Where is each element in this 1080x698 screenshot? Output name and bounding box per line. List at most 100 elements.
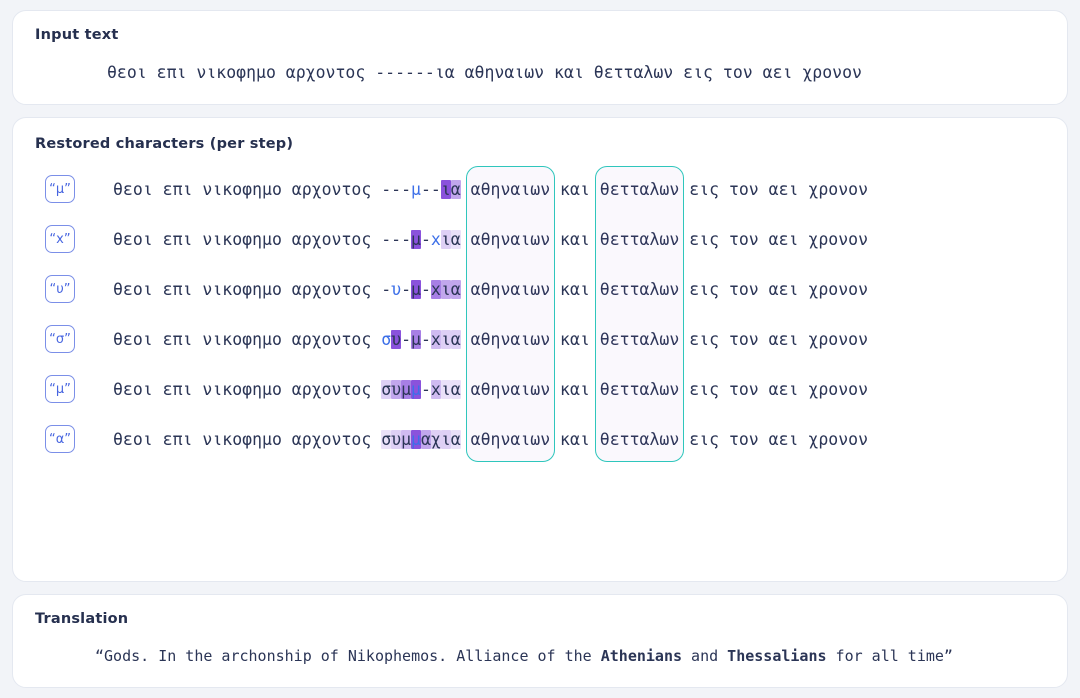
restored-char-cell: μ bbox=[401, 429, 412, 449]
step-prefix: θεοι επι νικοφημο αρχοντος bbox=[113, 279, 382, 299]
restored-char-cell: μ bbox=[401, 379, 412, 399]
step-gap: συμμαχια bbox=[381, 429, 461, 449]
restored-char-cell: α bbox=[420, 429, 431, 449]
restored-step-row: “α” θεοι επι νικοφημο αρχοντος συμμαχια α… bbox=[35, 414, 1045, 464]
restored-char-cell: α bbox=[450, 379, 461, 399]
step-focus-words: αθηναιων και θετταλων bbox=[460, 279, 690, 299]
restored-char-cell: - bbox=[381, 229, 392, 249]
restored-char-cell: - bbox=[430, 179, 441, 199]
restored-step-row: “σ” θεοι επι νικοφημο αρχοντος συ-μ-xια α… bbox=[35, 314, 1045, 364]
step-gap: -υ-μ-xια bbox=[381, 279, 461, 299]
restored-step-text: θεοι επι νικοφημο αρχοντος -υ-μ-xια αθην… bbox=[113, 279, 869, 299]
restored-step-text: θεοι επι νικοφημο αρχοντος συ-μ-xια αθην… bbox=[113, 329, 868, 349]
restored-step-row: “μ” θεοι επι νικοφημο αρχοντος συμμ-xια α… bbox=[35, 364, 1045, 414]
step-prefix: θεοι επι νικοφημο αρχοντος bbox=[113, 329, 382, 349]
restored-char-cell: α bbox=[450, 179, 461, 199]
translation-text-part-3: for all time bbox=[826, 647, 944, 665]
restored-char-cell: μ bbox=[411, 229, 421, 249]
restored-char-cell: μ bbox=[411, 179, 421, 199]
predicted-character-badge[interactable]: “σ” bbox=[45, 325, 75, 353]
restored-char-cell: - bbox=[420, 379, 431, 399]
restored-char-cell: ι bbox=[440, 179, 451, 199]
step-gap: ---μ--ια bbox=[381, 179, 461, 199]
restored-step-text: θεοι επι νικοφημο αρχοντος ---μ--ια αθην… bbox=[113, 179, 869, 199]
step-gap: συμμ-xια bbox=[381, 379, 461, 399]
predicted-character-badge[interactable]: “υ” bbox=[45, 275, 75, 303]
restored-char-cell: x bbox=[430, 329, 441, 349]
restored-char-cell: μ bbox=[411, 329, 421, 349]
restored-char-cell: - bbox=[401, 179, 412, 199]
restored-char-cell: χ bbox=[430, 429, 441, 449]
restored-step-text: θεοι επι νικοφημο αρχοντος συμμαχια αθην… bbox=[113, 429, 869, 449]
restored-characters-card: Restored characters (per step) “μ” θεοι ε… bbox=[12, 117, 1068, 582]
step-gap: συ-μ-xια bbox=[381, 329, 461, 349]
restored-char-cell: x bbox=[430, 279, 441, 299]
input-text-title: Input text bbox=[35, 27, 119, 43]
restored-char-cell: μ bbox=[411, 379, 421, 399]
restored-step-row: “x” θεοι επι νικοφημο αρχοντος ---μ-xια α… bbox=[35, 214, 1045, 264]
step-prefix: θεοι επι νικοφημο αρχοντος bbox=[113, 229, 382, 249]
predicted-character-badge[interactable]: “μ” bbox=[45, 175, 75, 203]
restored-step-text: θεοι επι νικοφημο αρχοντος συμμ-xια αθην… bbox=[113, 379, 869, 399]
step-suffix: εις τον αει χρονον bbox=[689, 429, 869, 449]
restored-char-cell: σ bbox=[381, 329, 392, 349]
step-prefix: θεοι επι νικοφημο αρχοντος bbox=[113, 379, 382, 399]
translation-value: “Gods. In the archonship of Nikophemos. … bbox=[35, 635, 1045, 665]
restored-char-cell: - bbox=[420, 279, 431, 299]
predicted-character-badge[interactable]: “μ” bbox=[45, 375, 75, 403]
restored-char-cell: - bbox=[391, 179, 402, 199]
translation-text-part-2: and bbox=[682, 647, 728, 665]
page-root: Input text θεοι επι νικοφημο αρχοντος --… bbox=[0, 0, 1080, 698]
restored-char-cell: ι bbox=[440, 329, 451, 349]
restored-char-cell: α bbox=[450, 429, 461, 449]
translation-text-part-1: Gods. In the archonship of Nikophemos. A… bbox=[104, 647, 601, 665]
restored-characters-title: Restored characters (per step) bbox=[35, 136, 294, 152]
restored-char-cell: x bbox=[430, 379, 441, 399]
translation-card: Translation “Gods. In the archonship of … bbox=[12, 594, 1068, 688]
restored-char-cell: - bbox=[381, 279, 392, 299]
restored-step-text: θεοι επι νικοφημο αρχοντος ---μ-xια αθην… bbox=[113, 229, 869, 249]
restored-char-cell: - bbox=[420, 179, 431, 199]
restored-step-row: “μ” θεοι επι νικοφημο αρχοντος ---μ--ια α… bbox=[35, 164, 1045, 214]
restored-char-cell: ι bbox=[440, 429, 451, 449]
restored-char-cell: ι bbox=[440, 379, 451, 399]
step-gap: ---μ-xια bbox=[381, 229, 461, 249]
restored-char-cell: - bbox=[381, 179, 392, 199]
restored-char-cell: x bbox=[430, 229, 441, 249]
restored-steps-list: “μ” θεοι επι νικοφημο αρχοντος ---μ--ια α… bbox=[35, 156, 1045, 464]
restored-char-cell: α bbox=[450, 229, 461, 249]
predicted-character-badge[interactable]: “α” bbox=[45, 425, 75, 453]
step-focus-words: αθηναιων και θετταλων bbox=[460, 229, 690, 249]
step-focus-words: αθηναιων και θετταλων bbox=[460, 379, 690, 399]
translation-bold-athenians: Athenians bbox=[600, 647, 683, 665]
step-prefix: θεοι επι νικοφημο αρχοντος bbox=[113, 179, 382, 199]
restored-char-cell: - bbox=[401, 229, 412, 249]
step-suffix: εις τον αει χρονον bbox=[689, 179, 869, 199]
restored-char-cell: - bbox=[401, 329, 412, 349]
input-text-value: θεοι επι νικοφημο αρχοντος ------ια αθην… bbox=[107, 63, 862, 82]
restored-char-cell: υ bbox=[391, 379, 402, 399]
restored-char-cell: - bbox=[391, 229, 402, 249]
step-suffix: εις τον αει χρονον bbox=[689, 279, 869, 299]
restored-char-cell: σ bbox=[381, 379, 392, 399]
step-focus-words: αθηναιων και θετταλων bbox=[460, 329, 690, 349]
input-text-card: Input text θεοι επι νικοφημο αρχοντος --… bbox=[12, 10, 1068, 105]
restored-char-cell: υ bbox=[391, 429, 402, 449]
translation-title: Translation bbox=[35, 611, 129, 627]
restored-char-cell: μ bbox=[411, 279, 421, 299]
translation-bold-thessalians: Thessalians bbox=[727, 647, 827, 665]
restored-char-cell: - bbox=[401, 279, 412, 299]
restored-char-cell: ι bbox=[440, 279, 451, 299]
step-suffix: εις τον αει χρονον bbox=[689, 229, 869, 249]
restored-char-cell: α bbox=[450, 279, 461, 299]
step-focus-words: αθηναιων και θετταλων bbox=[460, 429, 690, 449]
step-suffix: εις τον αει χρονον bbox=[689, 379, 869, 399]
step-prefix: θεοι επι νικοφημο αρχοντος bbox=[113, 429, 382, 449]
restored-char-cell: υ bbox=[391, 329, 402, 349]
restored-char-cell: - bbox=[420, 229, 431, 249]
restored-char-cell: - bbox=[420, 329, 431, 349]
restored-char-cell: σ bbox=[381, 429, 392, 449]
step-focus-words: αθηναιων και θετταλων bbox=[460, 179, 690, 199]
restored-step-row: “υ” θεοι επι νικοφημο αρχοντος -υ-μ-xια α… bbox=[35, 264, 1045, 314]
predicted-character-badge[interactable]: “x” bbox=[45, 225, 75, 253]
